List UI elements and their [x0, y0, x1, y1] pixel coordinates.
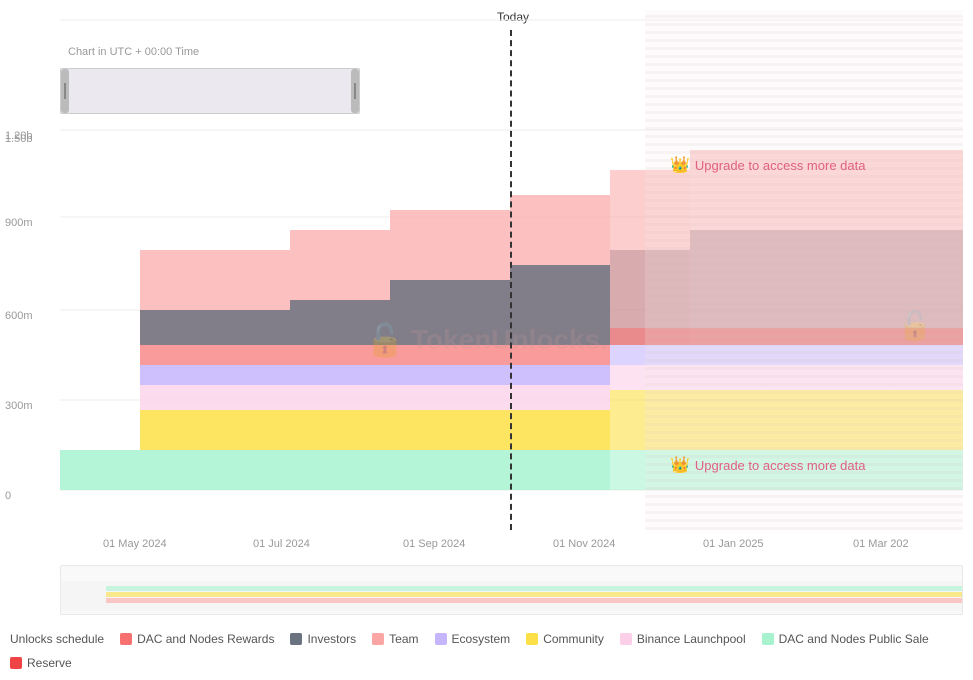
- unlocks-schedule-label: Unlocks schedule: [10, 632, 104, 646]
- chart-navigator[interactable]: [60, 565, 963, 615]
- x-label-jan: 01 Jan 2025: [703, 538, 764, 550]
- y-label-300m: 300m: [5, 400, 33, 412]
- dac-nodes-public-sale-label: DAC and Nodes Public Sale: [779, 632, 929, 646]
- ecosystem-dot: [435, 633, 447, 645]
- x-label-jul: 01 Jul 2024: [253, 538, 310, 550]
- navigator-handle-left[interactable]: [61, 69, 69, 113]
- chart-container: 1.50b 1.20b 900m 600m 300m 0 Chart in UT…: [0, 0, 973, 680]
- navigator-svg: [61, 566, 962, 614]
- upgrade-text-bottom: Upgrade to access more data: [695, 458, 866, 473]
- legend-team: Team: [372, 632, 418, 646]
- legend-reserve: Reserve: [10, 656, 963, 670]
- watermark-lock-icon: 🔓: [365, 321, 405, 359]
- legend-investors: Investors: [290, 632, 356, 646]
- today-line: [510, 30, 512, 530]
- legend-dac-nodes-rewards: DAC and Nodes Rewards: [120, 632, 274, 646]
- x-label-sep: 01 Sep 2024: [403, 538, 465, 550]
- community-dot: [526, 633, 538, 645]
- investors-dot: [290, 633, 302, 645]
- investors-label: Investors: [307, 632, 356, 646]
- y-label-600m: 600m: [5, 310, 33, 322]
- navigator-handle-right[interactable]: [351, 69, 359, 113]
- chart-legend: Unlocks schedule DAC and Nodes Rewards I…: [0, 632, 973, 670]
- dac-nodes-rewards-label: DAC and Nodes Rewards: [137, 632, 274, 646]
- binance-launchpool-label: Binance Launchpool: [637, 632, 746, 646]
- community-label: Community: [543, 632, 604, 646]
- legend-community: Community: [526, 632, 604, 646]
- upgrade-text-top: Upgrade to access more data: [695, 158, 866, 173]
- legend-binance-launchpool: Binance Launchpool: [620, 632, 746, 646]
- watermark: 🔓 TokenUnlocks.: [365, 321, 608, 359]
- legend-unlocks-schedule: Unlocks schedule: [10, 632, 104, 646]
- ecosystem-label: Ecosystem: [452, 632, 511, 646]
- y-label-900m: 900m: [5, 217, 33, 229]
- y-label-120b: 1.20b: [5, 130, 33, 142]
- upgrade-badge-top[interactable]: 👑 Upgrade to access more data: [670, 155, 865, 175]
- upgrade-badge-bottom[interactable]: 👑 Upgrade to access more data: [670, 455, 865, 475]
- upgrade-overlay: [645, 10, 963, 530]
- legend-dac-nodes-public-sale: DAC and Nodes Public Sale: [762, 632, 929, 646]
- team-label: Team: [389, 632, 418, 646]
- binance-launchpool-dot: [620, 633, 632, 645]
- legend-ecosystem: Ecosystem: [435, 632, 511, 646]
- y-label-0: 0: [5, 490, 11, 502]
- x-label-nov: 01 Nov 2024: [553, 538, 615, 550]
- reserve-label: Reserve: [27, 656, 72, 670]
- dac-nodes-public-sale-dot: [762, 633, 774, 645]
- crown-icon-top: 👑: [670, 155, 690, 175]
- team-dot: [372, 633, 384, 645]
- x-label-mar: 01 Mar 202: [853, 538, 909, 550]
- handle-line-left: [64, 83, 66, 99]
- crown-icon-bottom: 👑: [670, 455, 690, 475]
- dac-nodes-rewards-dot: [120, 633, 132, 645]
- handle-line-right: [354, 83, 356, 99]
- navigator-selection: [60, 68, 360, 114]
- x-label-may: 01 May 2024: [103, 538, 167, 550]
- reserve-dot: [10, 657, 22, 669]
